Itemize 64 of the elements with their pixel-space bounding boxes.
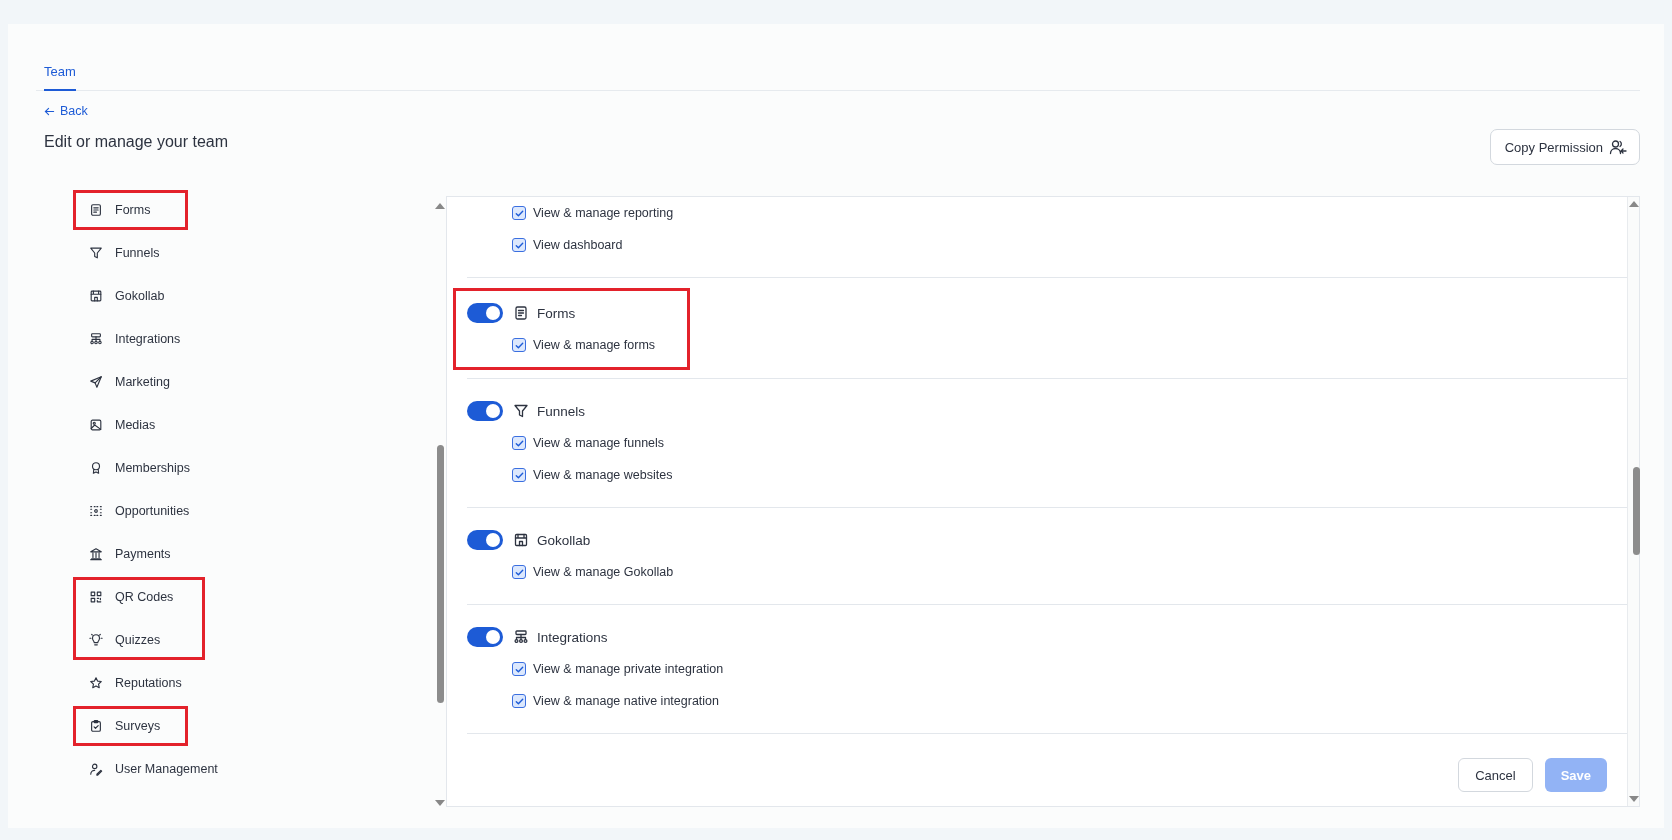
checkbox[interactable] bbox=[512, 436, 526, 450]
sidebar-item[interactable]: User Management bbox=[89, 757, 218, 781]
back-link[interactable]: Back bbox=[44, 104, 88, 118]
permission-label: View & manage private integration bbox=[533, 662, 724, 676]
checkbox[interactable] bbox=[512, 694, 526, 708]
paper-plane-icon bbox=[89, 375, 103, 389]
checkbox[interactable] bbox=[512, 238, 526, 252]
filter-icon bbox=[513, 403, 529, 419]
sidebar-item[interactable]: Medias bbox=[89, 413, 218, 437]
sidebar-item[interactable]: Quizzes bbox=[89, 628, 202, 652]
lightbulb-icon bbox=[89, 633, 103, 647]
toggle-switch[interactable] bbox=[467, 530, 503, 550]
clipboard-check-icon bbox=[89, 719, 103, 733]
page-title: Edit or manage your team bbox=[44, 132, 229, 151]
section-title: Gokollab bbox=[537, 532, 591, 548]
checkbox[interactable] bbox=[512, 468, 526, 482]
sidebar-item[interactable]: QR Codes bbox=[89, 585, 202, 609]
qr-code-icon bbox=[89, 590, 103, 604]
toggle-switch[interactable] bbox=[467, 303, 503, 323]
permission-label: View & manage websites bbox=[533, 468, 673, 482]
scrollbar[interactable] bbox=[1627, 197, 1639, 806]
image-icon bbox=[89, 418, 103, 432]
checkbox[interactable] bbox=[512, 206, 526, 220]
checkbox[interactable] bbox=[512, 565, 526, 579]
store-icon bbox=[513, 532, 529, 548]
cancel-button[interactable]: Cancel bbox=[1458, 758, 1533, 792]
permission-label: View & manage forms bbox=[533, 338, 656, 352]
award-icon bbox=[89, 461, 103, 475]
sidebar-item[interactable]: Marketing bbox=[89, 370, 218, 394]
dots-icon bbox=[89, 504, 103, 518]
sidebar-item[interactable]: Forms bbox=[89, 198, 185, 222]
sidebar-item[interactable]: Reputations bbox=[89, 671, 218, 695]
permission-label: View & manage Gokollab bbox=[533, 565, 674, 579]
section-title: Funnels bbox=[537, 403, 586, 419]
permission-label: View dashboard bbox=[533, 238, 623, 252]
sidebar-item[interactable]: Payments bbox=[89, 542, 218, 566]
bank-icon bbox=[89, 547, 103, 561]
arrow-left-icon bbox=[44, 105, 55, 117]
document-icon bbox=[513, 305, 529, 321]
document-icon bbox=[89, 203, 103, 217]
section-title: Integrations bbox=[537, 629, 608, 645]
permission-label: View & manage native integration bbox=[533, 694, 719, 708]
section-title: Forms bbox=[537, 305, 576, 321]
store-icon bbox=[89, 289, 103, 303]
copy-permission-button[interactable]: Copy Permission bbox=[1489, 129, 1640, 165]
sidebar-item[interactable]: Gokollab bbox=[89, 284, 218, 308]
team-tab[interactable]: Team bbox=[44, 64, 76, 91]
user-edit-icon bbox=[89, 762, 103, 776]
toggle-switch[interactable] bbox=[467, 401, 503, 421]
sidebar-item[interactable]: Memberships bbox=[89, 456, 218, 480]
toggle-switch[interactable] bbox=[467, 627, 503, 647]
sidebar-item[interactable]: Surveys bbox=[89, 714, 185, 738]
sidebar-item[interactable]: Integrations bbox=[89, 327, 218, 351]
sidebar-item[interactable]: Funnels bbox=[89, 241, 218, 265]
checkbox[interactable] bbox=[512, 662, 526, 676]
sidebar-item[interactable]: Opportunities bbox=[89, 499, 218, 523]
permission-label: View & manage funnels bbox=[533, 436, 665, 450]
hierarchy-icon bbox=[513, 629, 529, 645]
star-icon bbox=[89, 676, 103, 690]
filter-icon bbox=[89, 246, 103, 260]
permission-label: View & manage reporting bbox=[533, 206, 674, 220]
hierarchy-icon bbox=[89, 332, 103, 346]
users-arrow-icon bbox=[1609, 139, 1627, 155]
checkbox[interactable] bbox=[512, 338, 526, 352]
